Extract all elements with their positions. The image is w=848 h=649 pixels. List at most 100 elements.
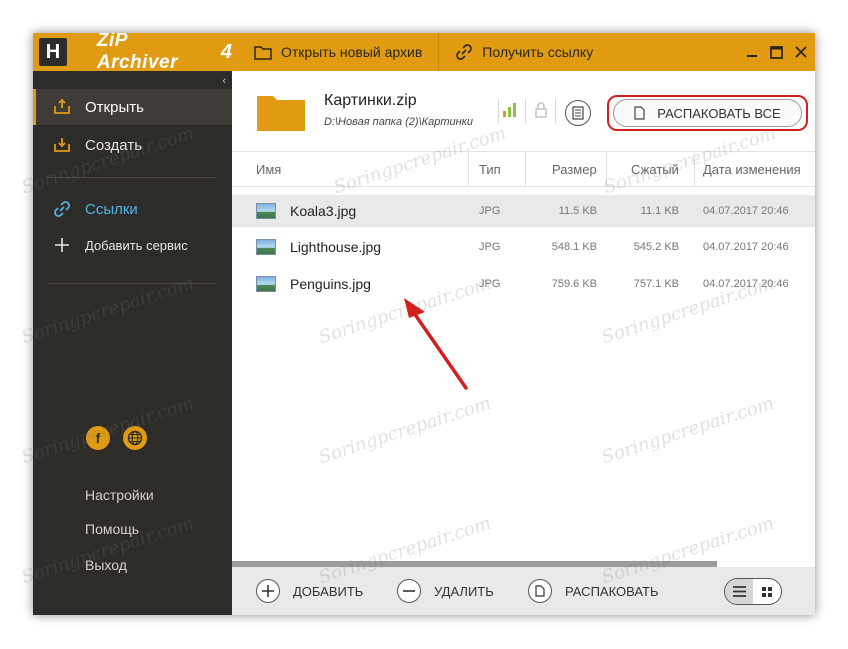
column-divider — [468, 152, 469, 187]
exit-link[interactable]: Выход — [85, 557, 127, 573]
image-file-icon — [256, 276, 276, 292]
file-size: 759.6 KB — [551, 278, 597, 290]
document-icon — [572, 106, 584, 120]
extract-all-button[interactable]: РАСПАКОВАТЬ ВСЕ — [613, 99, 802, 127]
delete-label: УДАЛИТЬ — [434, 583, 494, 599]
extract-label: РАСПАКОВАТЬ — [565, 583, 659, 599]
file-date: 04.07.2017 20:46 — [703, 278, 789, 290]
header-divider — [498, 99, 499, 123]
help-link[interactable]: Помощь — [85, 521, 139, 537]
file-size: 11.5 KB — [558, 205, 597, 217]
image-file-icon — [256, 203, 276, 219]
sidebar-item-label: Добавить сервис — [85, 237, 188, 253]
file-name: Penguins.jpg — [290, 276, 371, 292]
archive-path: D:\Новая папка (2)\Картинки — [324, 116, 473, 128]
create-tray-icon — [53, 136, 71, 154]
file-type: JPG — [479, 278, 501, 290]
compression-level-icon — [503, 103, 516, 117]
open-new-archive-label: Открыть новый архив — [281, 44, 423, 60]
sidebar-item-label: Создать — [85, 136, 143, 154]
open-tray-icon — [53, 98, 71, 116]
minimize-button[interactable] — [741, 33, 763, 71]
minus-icon — [397, 579, 421, 603]
file-table-header: Имя Тип Размер Сжатый Дата изменения — [232, 151, 815, 187]
collapse-sidebar-button[interactable]: ‹ — [222, 75, 226, 87]
header-divider — [525, 99, 526, 123]
settings-link[interactable]: Настройки — [85, 487, 154, 503]
delete-button[interactable]: УДАЛИТЬ — [397, 579, 494, 603]
maximize-button[interactable] — [765, 33, 787, 71]
folder-icon — [254, 45, 272, 60]
file-date: 04.07.2017 20:46 — [703, 205, 789, 217]
table-row[interactable]: Koala3.jpg JPG 11.5 KB 11.1 KB 04.07.201… — [232, 195, 815, 227]
sidebar-divider — [47, 177, 217, 178]
column-size[interactable]: Размер — [552, 152, 597, 187]
archive-name: Картинки.zip — [324, 92, 417, 109]
open-new-archive-button[interactable]: Открыть новый архив — [254, 33, 422, 71]
globe-icon[interactable] — [123, 426, 147, 450]
plus-icon — [53, 236, 71, 254]
sidebar-item-label: Ссылки — [85, 200, 138, 218]
column-divider — [694, 152, 695, 187]
grid-view-button[interactable] — [753, 579, 781, 604]
column-date[interactable]: Дата изменения — [703, 152, 801, 187]
list-icon — [732, 586, 746, 597]
file-size: 548.1 KB — [551, 241, 597, 253]
file-type: JPG — [479, 241, 501, 253]
column-type[interactable]: Тип — [479, 152, 501, 187]
add-button[interactable]: ДОБАВИТЬ — [256, 579, 363, 603]
file-compressed: 545.2 KB — [633, 241, 679, 253]
file-date: 04.07.2017 20:46 — [703, 241, 789, 253]
sidebar-item-label: Открыть — [85, 98, 144, 116]
view-mode-toggle — [724, 578, 782, 605]
archive-header: Картинки.zip D:\Новая папка (2)\Картинки… — [232, 71, 815, 151]
column-compressed[interactable]: Сжатый — [631, 152, 679, 187]
link-icon — [53, 200, 71, 218]
sidebar-item-open[interactable]: Открыть — [33, 89, 232, 125]
column-divider — [606, 152, 607, 187]
file-name: Lighthouse.jpg — [290, 239, 382, 255]
file-icon — [634, 106, 645, 120]
file-type: JPG — [479, 205, 501, 217]
file-name: Koala3.jpg — [290, 203, 357, 219]
table-row[interactable]: Penguins.jpg JPG 759.6 KB 757.1 KB 04.07… — [232, 268, 815, 300]
list-view-button[interactable] — [725, 579, 753, 604]
maximize-icon — [769, 45, 783, 59]
close-icon — [795, 46, 807, 58]
sidebar-divider — [47, 283, 217, 284]
file-compressed: 11.1 KB — [640, 205, 679, 217]
link-icon — [456, 44, 473, 60]
column-name[interactable]: Имя — [256, 152, 281, 187]
file-compressed: 757.1 KB — [633, 278, 679, 290]
header-divider — [555, 99, 556, 123]
bottom-toolbar: ДОБАВИТЬ УДАЛИТЬ РАСПАКОВАТЬ — [232, 567, 815, 615]
minimize-icon — [747, 55, 757, 57]
sidebar-item-links[interactable]: Ссылки — [33, 191, 232, 227]
app-logo: H — [39, 38, 67, 66]
get-link-label: Получить ссылку — [482, 44, 594, 60]
facebook-icon[interactable]: f — [86, 426, 110, 450]
grid-icon — [762, 586, 772, 597]
image-file-icon — [256, 239, 276, 255]
extract-all-label: РАСПАКОВАТЬ ВСЕ — [657, 105, 781, 121]
table-row[interactable]: Lighthouse.jpg JPG 548.1 KB 545.2 KB 04.… — [232, 231, 815, 263]
archive-info-button[interactable] — [565, 100, 591, 126]
file-icon — [528, 579, 552, 603]
app-name: ZiP Archiver — [96, 33, 178, 73]
extract-button[interactable]: РАСПАКОВАТЬ — [528, 579, 659, 603]
toolbar-divider — [438, 33, 440, 71]
sidebar-item-add-service[interactable]: Добавить сервис — [33, 227, 232, 263]
archive-folder-icon — [257, 96, 305, 131]
extract-all-highlight: РАСПАКОВАТЬ ВСЕ — [607, 95, 808, 131]
column-divider — [525, 152, 526, 187]
app-window: H ZiP Archiver 4 ‹ Открыть Создать Ссылк… — [33, 33, 815, 615]
sidebar: H ZiP Archiver 4 ‹ Открыть Создать Ссылк… — [33, 33, 232, 615]
lock-icon[interactable] — [535, 102, 547, 118]
get-link-button[interactable]: Получить ссылку — [455, 33, 593, 71]
plus-icon — [256, 579, 280, 603]
top-toolbar: Открыть новый архив Получить ссылку — [232, 33, 815, 71]
sidebar-item-create[interactable]: Создать — [33, 127, 232, 163]
brand-bar: H ZiP Archiver 4 — [33, 33, 232, 73]
close-button[interactable] — [790, 33, 812, 71]
add-label: ДОБАВИТЬ — [293, 583, 364, 599]
